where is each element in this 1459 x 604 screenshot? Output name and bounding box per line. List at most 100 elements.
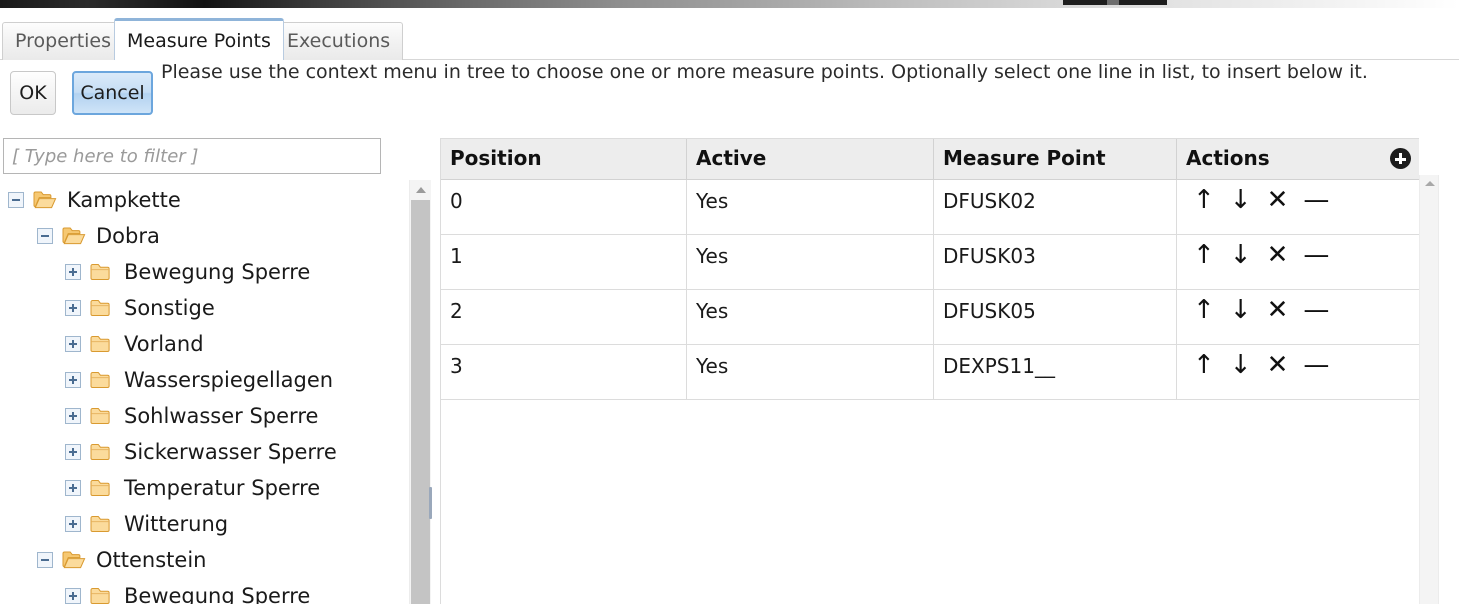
table-row[interactable]: 3 Yes DEXPS11__ ↑ ↓ ✕ — xyxy=(441,345,1419,400)
tree-node-label: Dobra xyxy=(96,224,160,248)
tree-node-label: Kampkette xyxy=(67,188,181,212)
column-header-actions[interactable]: Actions xyxy=(1177,139,1419,179)
collapse-minus-icon[interactable] xyxy=(8,192,24,208)
table-row[interactable]: 1 Yes DFUSK03 ↑ ↓ ✕ — xyxy=(441,235,1419,290)
column-header-measure-point[interactable]: Measure Point xyxy=(934,139,1177,179)
folder-closed-icon xyxy=(90,298,114,318)
tree-node[interactable]: Sonstige xyxy=(0,290,410,326)
tree-node[interactable]: Witterung xyxy=(0,506,410,542)
tree-node[interactable]: Vorland xyxy=(0,326,410,362)
expand-plus-icon[interactable] xyxy=(65,336,81,352)
minus-icon[interactable]: — xyxy=(1303,186,1329,214)
table-scrollbar[interactable] xyxy=(1419,175,1439,604)
measure-points-dialog: Properties Measure Points Executions OK … xyxy=(0,0,1459,604)
arrow-up-icon[interactable]: ↑ xyxy=(1193,351,1215,379)
expand-plus-icon[interactable] xyxy=(65,480,81,496)
panel-splitter-handle[interactable] xyxy=(429,487,432,519)
arrow-up-icon[interactable]: ↑ xyxy=(1193,241,1215,269)
folder-open-icon xyxy=(62,550,86,570)
expand-plus-icon[interactable] xyxy=(65,516,81,532)
collapse-minus-icon[interactable] xyxy=(37,552,53,568)
table-row[interactable]: 2 Yes DFUSK05 ↑ ↓ ✕ — xyxy=(441,290,1419,345)
measure-points-table: Position Active Measure Point Actions 0Y… xyxy=(440,138,1419,604)
table-header-row: Position Active Measure Point Actions xyxy=(441,139,1419,180)
arrow-up-icon[interactable]: ↑ xyxy=(1193,296,1215,324)
tree-node[interactable]: Kampkette xyxy=(0,182,410,218)
cell-measure-point: DFUSK03 xyxy=(934,235,1177,289)
add-circle-icon[interactable] xyxy=(1390,148,1411,169)
minus-icon[interactable]: — xyxy=(1303,296,1329,324)
folder-closed-icon xyxy=(90,586,114,604)
table-body: 0 Yes DFUSK02 ↑ ↓ ✕ —1 Yes DFUSK03 ↑ ↓ ✕ —2 Yes DFUSK0… xyxy=(441,180,1419,400)
arrow-down-icon[interactable]: ↓ xyxy=(1230,351,1252,379)
folder-closed-icon xyxy=(90,442,114,462)
folder-closed-icon xyxy=(90,334,114,354)
tree-node[interactable]: Sohlwasser Sperre xyxy=(0,398,410,434)
minus-icon[interactable]: — xyxy=(1303,351,1329,379)
table-scroll-up-arrow-icon[interactable] xyxy=(1420,175,1439,191)
tree-scrollbar[interactable] xyxy=(409,180,431,604)
cut-off-top-widget xyxy=(1063,0,1167,5)
tree-node-label: Vorland xyxy=(124,332,204,356)
tree-node[interactable]: Bewegung Sperre xyxy=(0,578,410,604)
arrow-down-icon[interactable]: ↓ xyxy=(1230,296,1252,324)
tree-node-label: Sonstige xyxy=(124,296,215,320)
tab-measure-points[interactable]: Measure Points xyxy=(114,18,284,60)
folder-closed-icon xyxy=(90,514,114,534)
cell-measure-point: DEXPS11__ xyxy=(934,345,1177,399)
tree-node-label: Wasserspiegellagen xyxy=(124,368,334,392)
cancel-button[interactable]: Cancel xyxy=(72,71,153,115)
cell-actions: ↑ ↓ ✕ — xyxy=(1177,290,1419,344)
cell-position: 0 xyxy=(441,180,687,234)
tab-properties[interactable]: Properties xyxy=(2,22,125,60)
arrow-down-icon[interactable]: ↓ xyxy=(1230,186,1252,214)
expand-plus-icon[interactable] xyxy=(65,300,81,316)
folder-closed-icon xyxy=(90,262,114,282)
minus-icon[interactable]: — xyxy=(1303,241,1329,269)
measure-point-tree[interactable]: Kampkette Dobra Bewegung Sperre Sonstige Vor… xyxy=(0,182,410,604)
close-x-icon[interactable]: ✕ xyxy=(1267,351,1289,379)
table-row[interactable]: 0 Yes DFUSK02 ↑ ↓ ✕ — xyxy=(441,180,1419,235)
tree-node[interactable]: Ottenstein xyxy=(0,542,410,578)
tab-strip: Properties Measure Points Executions xyxy=(0,18,1459,60)
arrow-up-icon[interactable]: ↑ xyxy=(1193,186,1215,214)
collapse-minus-icon[interactable] xyxy=(37,228,53,244)
folder-open-icon xyxy=(62,226,86,246)
column-header-position[interactable]: Position xyxy=(441,139,687,179)
expand-plus-icon[interactable] xyxy=(65,372,81,388)
cell-active: Yes xyxy=(687,345,934,399)
tree-node-label: Sickerwasser Sperre xyxy=(124,440,337,464)
tree-node-label: Bewegung Sperre xyxy=(124,584,311,604)
cell-actions: ↑ ↓ ✕ — xyxy=(1177,180,1419,234)
filter-input[interactable] xyxy=(3,138,381,174)
cell-position: 3 xyxy=(441,345,687,399)
ok-button[interactable]: OK xyxy=(10,71,56,115)
tree-node[interactable]: Dobra xyxy=(0,218,410,254)
cell-active: Yes xyxy=(687,235,934,289)
folder-closed-icon xyxy=(90,478,114,498)
cell-measure-point: DFUSK02 xyxy=(934,180,1177,234)
close-x-icon[interactable]: ✕ xyxy=(1267,296,1289,324)
close-x-icon[interactable]: ✕ xyxy=(1267,186,1289,214)
expand-plus-icon[interactable] xyxy=(65,408,81,424)
folder-closed-icon xyxy=(90,370,114,390)
tree-node-label: Witterung xyxy=(124,512,229,536)
expand-plus-icon[interactable] xyxy=(65,444,81,460)
cell-active: Yes xyxy=(687,180,934,234)
cell-actions: ↑ ↓ ✕ — xyxy=(1177,235,1419,289)
cell-actions: ↑ ↓ ✕ — xyxy=(1177,345,1419,399)
column-header-active[interactable]: Active xyxy=(687,139,934,179)
close-x-icon[interactable]: ✕ xyxy=(1267,241,1289,269)
folder-closed-icon xyxy=(90,406,114,426)
tree-node[interactable]: Sickerwasser Sperre xyxy=(0,434,410,470)
arrow-down-icon[interactable]: ↓ xyxy=(1230,241,1252,269)
tree-scroll-up-arrow-icon[interactable] xyxy=(410,180,431,198)
cell-position: 1 xyxy=(441,235,687,289)
expand-plus-icon[interactable] xyxy=(65,588,81,604)
tree-node[interactable]: Wasserspiegellagen xyxy=(0,362,410,398)
expand-plus-icon[interactable] xyxy=(65,264,81,280)
tree-scrollbar-thumb[interactable] xyxy=(411,200,430,604)
tree-node[interactable]: Temperatur Sperre xyxy=(0,470,410,506)
tree-node[interactable]: Bewegung Sperre xyxy=(0,254,410,290)
tab-executions[interactable]: Executions xyxy=(274,22,404,60)
